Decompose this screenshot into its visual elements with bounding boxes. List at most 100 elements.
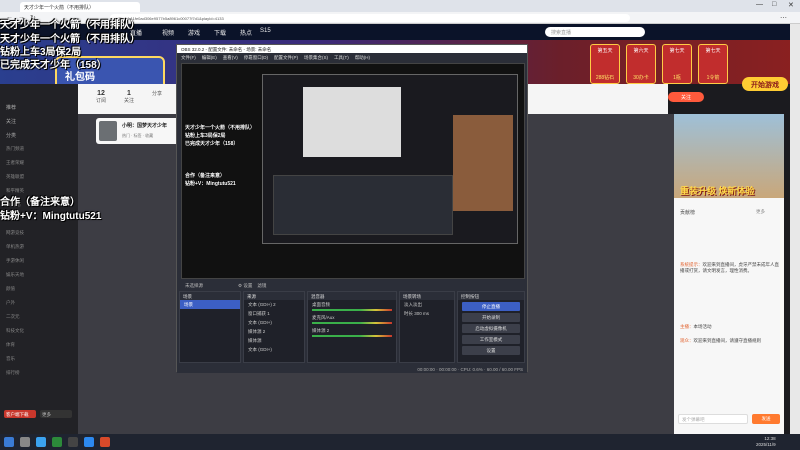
sidebar-item[interactable]: 英雄联盟 — [6, 174, 24, 180]
sidebar-item[interactable]: 娱乐天地 — [6, 272, 24, 278]
studio-mode-button[interactable]: 工作室模式 — [462, 335, 520, 344]
start-game-button[interactable]: 开始游戏 — [742, 77, 788, 91]
stat-follow[interactable]: 1 关注 — [124, 90, 134, 104]
nav-link[interactable]: 视频 — [162, 28, 174, 37]
audio-meter[interactable] — [312, 309, 392, 311]
sidebar-item[interactable]: 推荐 — [6, 104, 16, 111]
day-reward[interactable]: 第七天 1瓶 — [662, 44, 692, 84]
windows-start-icon[interactable] — [4, 437, 14, 447]
mixer-channel: 麦克风/Aux — [312, 315, 335, 320]
game-ad-title: 重装升级 焕新体验 — [680, 186, 755, 196]
search-icon[interactable] — [20, 437, 30, 447]
dock-title: 场景转场 — [400, 292, 454, 300]
audio-meter[interactable] — [312, 322, 392, 324]
audio-meter[interactable] — [312, 335, 392, 337]
sidebar-item[interactable]: 排行榜 — [6, 370, 20, 376]
wechat-icon[interactable] — [52, 437, 62, 447]
chat-message: 主播：本场活动 — [680, 324, 712, 329]
page-scrollbar[interactable] — [790, 24, 800, 434]
rank-more-link[interactable]: 更多 — [756, 209, 765, 215]
avatar[interactable] — [99, 121, 117, 141]
chat-message: 系统提示：欢迎来到直播间，虎牙严禁未成年人直播或打赏，请文明发言，理性消费。 — [680, 262, 779, 273]
sidebar-item[interactable]: 颜值 — [6, 286, 15, 292]
nested-game-image — [453, 115, 513, 211]
sidebar-item[interactable]: 户外 — [6, 300, 15, 306]
obs-menu-item[interactable]: 编辑(E) — [202, 55, 217, 60]
overlay-text: 钻粉+V：Mingtutu521 — [0, 211, 102, 222]
nav-link[interactable]: S15 — [260, 28, 271, 34]
day-reward[interactable]: 第七天 1令箭 — [698, 44, 728, 84]
day-reward[interactable]: 第六天 30办卡 — [626, 44, 656, 84]
settings-link[interactable]: 设置 — [243, 283, 252, 288]
source-item[interactable]: 文本 (GDI+) — [244, 345, 304, 354]
stat-share[interactable]: 分享 — [152, 90, 162, 97]
obs-menu-item[interactable]: 场景集合(S) — [304, 55, 328, 60]
client-download-button[interactable]: 客户端下载 — [4, 410, 36, 418]
obs-nested-preview — [262, 74, 518, 244]
source-item[interactable]: 媒体源 — [244, 336, 304, 345]
stop-stream-button[interactable]: 停止直播 — [462, 302, 520, 311]
filters-link[interactable]: 滤镜 — [257, 283, 266, 288]
source-item[interactable]: 文本 (GDI+) — [244, 318, 304, 327]
sidebar-item[interactable]: 热门频道 — [6, 146, 24, 152]
nested-window — [303, 87, 401, 157]
close-icon[interactable]: ✕ — [788, 1, 794, 9]
nav-link[interactable]: 游戏 — [188, 28, 200, 37]
obs-preview[interactable]: 天才少年一个火箭（不用排队） 钻粉上车3局保2局 已完成天才少年（158） 合作… — [181, 63, 525, 279]
source-item[interactable]: 文本 (GDI+) 2 — [244, 300, 304, 309]
transition-select[interactable]: 淡入淡出 — [400, 300, 454, 309]
clock[interactable]: 12:38 2025/11/9 — [756, 436, 776, 448]
browser-tab[interactable]: 天才少年一个火箭（不用排队） — [20, 2, 140, 12]
sidebar-item[interactable]: 单机热游 — [6, 244, 24, 250]
minimize-icon[interactable]: — — [756, 1, 763, 8]
nav-link[interactable]: 热点 — [240, 28, 252, 37]
sidebar-item[interactable]: 体育 — [6, 342, 15, 348]
sidebar-item[interactable]: 音乐 — [6, 356, 15, 362]
app-icon[interactable] — [100, 437, 110, 447]
explorer-icon[interactable] — [84, 437, 94, 447]
obs-menu-item[interactable]: 文件(F) — [181, 55, 196, 60]
sidebar-item[interactable]: 王者荣耀 — [6, 160, 24, 166]
more-button[interactable]: 更多 — [40, 410, 72, 418]
day-reward[interactable]: 第五天 288钻石 — [590, 44, 620, 84]
obs-icon[interactable] — [68, 437, 78, 447]
start-recording-button[interactable]: 开始录制 — [462, 313, 520, 322]
sidebar-item[interactable]: 关注 — [6, 118, 16, 125]
scene-item[interactable]: 场景 — [180, 300, 240, 309]
settings-button[interactable]: 设置 — [462, 346, 520, 355]
sidebar-item[interactable]: 手游休闲 — [6, 258, 24, 264]
maximize-icon[interactable]: □ — [772, 1, 776, 8]
source-item[interactable]: 媒体源 2 — [244, 327, 304, 336]
gear-icon[interactable]: ⚙ — [238, 283, 242, 288]
send-button[interactable]: 发送 — [752, 414, 780, 424]
url-input[interactable]: e7beb4-11fe0ad306e9577b5a8961c00077f7d1&… — [110, 14, 630, 22]
overlay-text: 天才少年一个火箭（不用排队） — [0, 20, 140, 31]
sidebar-item[interactable]: 二次元 — [6, 314, 20, 320]
transition-duration[interactable]: 时长 300 ms — [400, 309, 454, 318]
anchor-tags: 热门 · 标签 · 收藏 — [122, 133, 154, 138]
virtual-camera-button[interactable]: 启动虚拟摄像机 — [462, 324, 520, 333]
left-sidebar: 推荐 关注 分类 热门频道 王者荣耀 英雄联盟 和平精英 CF手游 原神 网游竞技 单机热游 手游休闲… — [0, 84, 78, 434]
chat-input[interactable]: 发个弹幕吧 — [678, 414, 748, 424]
sidebar-item[interactable]: 科技文化 — [6, 328, 24, 334]
obs-menu-item[interactable]: 工具(T) — [334, 55, 349, 60]
nav-link[interactable]: 下载 — [214, 28, 226, 37]
obs-window[interactable]: OBS 32.0.2 - 配置文件: 未命名 - 场景: 未命名 文件(F) 编辑… — [176, 44, 528, 373]
obs-menu-item[interactable]: 停靠窗口(D) — [244, 55, 268, 60]
obs-menu-item[interactable]: 帮助(H) — [355, 55, 370, 60]
obs-menu-bar: 文件(F) 编辑(E) 查看(V) 停靠窗口(D) 配置文件(P) 场景集合(S) 工具(T… — [177, 53, 527, 61]
scenes-dock: 场景 场景 — [179, 291, 241, 363]
edge-icon[interactable] — [36, 437, 46, 447]
sidebar-item[interactable]: 网游竞技 — [6, 230, 24, 236]
site-search-input[interactable]: 搜索直播 — [545, 27, 645, 37]
obs-menu-item[interactable]: 查看(V) — [223, 55, 238, 60]
source-item[interactable]: 窗口捕获 1 — [244, 309, 304, 318]
sidebar-item[interactable]: 分类 — [6, 132, 16, 139]
follow-button[interactable]: 关注 — [668, 92, 704, 102]
menu-icon[interactable]: ⋯ — [780, 14, 787, 22]
obs-overlay-text: 天才少年一个火箭（不用排队） — [185, 125, 256, 131]
stat-subscribe[interactable]: 12 订阅 — [96, 90, 106, 104]
overlay-text: 已完成天才少年（158） — [0, 60, 107, 71]
dock-title: 混音器 — [308, 292, 396, 300]
obs-menu-item[interactable]: 配置文件(P) — [274, 55, 298, 60]
